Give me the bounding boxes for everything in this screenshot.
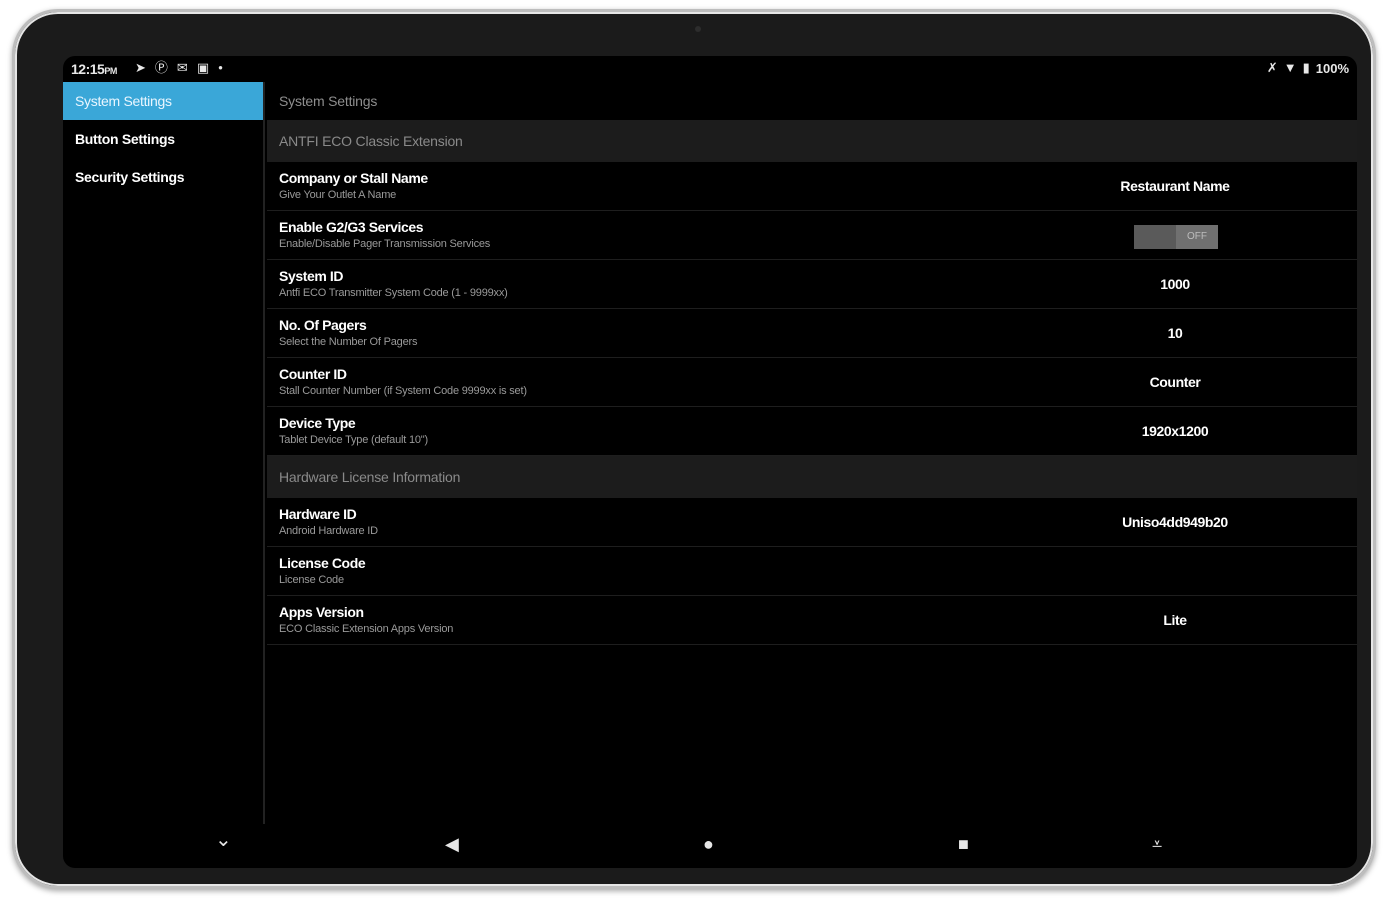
setting-value: 1000 (1160, 276, 1190, 292)
camera-dot (695, 26, 701, 32)
status-left-icons: ➤ Ⓟ ✉ ▣ ● (135, 60, 223, 76)
status-bar: 12:15PM ➤ Ⓟ ✉ ▣ ● ✗ ▼ ▮ 100% (63, 56, 1357, 82)
setting-row-apps-version[interactable]: Apps Version ECO Classic Extension Apps … (267, 596, 1357, 645)
chevron-down-icon[interactable]: ⌄ (215, 830, 232, 850)
keyboard-hide-icon[interactable]: ⩡ (1152, 834, 1162, 854)
screen: 12:15PM ➤ Ⓟ ✉ ▣ ● ✗ ▼ ▮ 100% System Sett… (63, 56, 1357, 868)
home-icon[interactable]: ● (703, 834, 714, 854)
status-ampm: PM (104, 66, 117, 76)
status-time: 12:15PM (71, 61, 117, 77)
recents-icon[interactable]: ■ (958, 834, 969, 854)
battery-percent: 100% (1315, 60, 1349, 76)
setting-label: Company or Stall Name (279, 170, 428, 186)
section-header-hardware: Hardware License Information (267, 456, 1357, 498)
setting-label: Hardware ID (279, 506, 357, 522)
setting-value: 1920x1200 (1141, 423, 1209, 439)
setting-value: Uniso4dd949b20 (1122, 514, 1228, 530)
setting-label: No. Of Pagers (279, 317, 367, 333)
setting-description: License Code (279, 574, 344, 586)
setting-description: Enable/Disable Pager Transmission Servic… (279, 238, 491, 250)
setting-row-hardware-id[interactable]: Hardware ID Android Hardware ID Uniso4dd… (267, 498, 1357, 547)
setting-row-company-name[interactable]: Company or Stall Name Give Your Outlet A… (267, 162, 1357, 211)
navigation-bar: ⌄ ◀ ● ■ ⩡ (63, 824, 1357, 868)
setting-description: Antfi ECO Transmitter System Code (1 - 9… (279, 287, 508, 299)
section-header-eco: ANTFI ECO Classic Extension (267, 120, 1357, 162)
status-time-value: 12:15 (71, 61, 105, 77)
setting-description: Give Your Outlet A Name (279, 189, 397, 201)
telegram-icon: ➤ (135, 60, 146, 75)
setting-value: Restaurant Name (1120, 178, 1230, 194)
status-right-icons: ✗ ▼ ▮ 100% (1267, 60, 1349, 76)
setting-label: System ID (279, 268, 344, 284)
setting-description: Stall Counter Number (if System Code 999… (279, 385, 527, 397)
setting-row-license-code[interactable]: License Code License Code (267, 547, 1357, 596)
setting-row-enable-services[interactable]: Enable G2/G3 Services Enable/Disable Pag… (267, 211, 1357, 260)
sidebar: System Settings Button Settings Security… (63, 82, 265, 824)
setting-row-device-type[interactable]: Device Type Tablet Device Type (default … (267, 407, 1357, 456)
setting-description: Tablet Device Type (default 10") (279, 434, 428, 446)
back-icon[interactable]: ◀ (445, 834, 459, 854)
dot-icon: ● (218, 63, 223, 72)
setting-label: License Code (279, 555, 366, 571)
mute-icon: ✗ (1266, 60, 1278, 75)
mail-icon: ✉ (176, 60, 188, 75)
setting-row-no-of-pagers[interactable]: No. Of Pagers Select the Number Of Pager… (267, 309, 1357, 358)
setting-label: Enable G2/G3 Services (279, 219, 424, 235)
battery-icon: ▮ (1302, 60, 1310, 75)
page-title: System Settings (279, 93, 378, 109)
sidebar-item-button-settings[interactable]: Button Settings (63, 120, 263, 158)
setting-description: Select the Number Of Pagers (279, 336, 418, 348)
p-app-icon: Ⓟ (154, 60, 168, 75)
setting-label: Apps Version (279, 604, 364, 620)
setting-label: Device Type (279, 415, 356, 431)
sidebar-item-security-settings[interactable]: Security Settings (63, 158, 263, 196)
setting-row-system-id[interactable]: System ID Antfi ECO Transmitter System C… (267, 260, 1357, 309)
setting-description: Android Hardware ID (279, 525, 378, 537)
gallery-icon: ▣ (196, 60, 210, 75)
toggle-knob (1134, 225, 1176, 249)
setting-value: 10 (1167, 325, 1183, 341)
setting-row-counter-id[interactable]: Counter ID Stall Counter Number (if Syst… (267, 358, 1357, 407)
tablet-frame: 12:15PM ➤ Ⓟ ✉ ▣ ● ✗ ▼ ▮ 100% System Sett… (12, 9, 1376, 889)
sidebar-item-system-settings[interactable]: System Settings (63, 82, 263, 120)
wifi-icon: ▼ (1283, 60, 1297, 75)
toggle-state-label: OFF (1176, 225, 1218, 249)
services-toggle[interactable]: OFF (1134, 225, 1218, 249)
setting-label: Counter ID (279, 366, 347, 382)
setting-description: ECO Classic Extension Apps Version (279, 623, 454, 635)
setting-value: Lite (1163, 612, 1187, 628)
setting-value: Counter (1149, 374, 1201, 390)
settings-panel: System Settings ANTFI ECO Classic Extens… (267, 82, 1357, 824)
